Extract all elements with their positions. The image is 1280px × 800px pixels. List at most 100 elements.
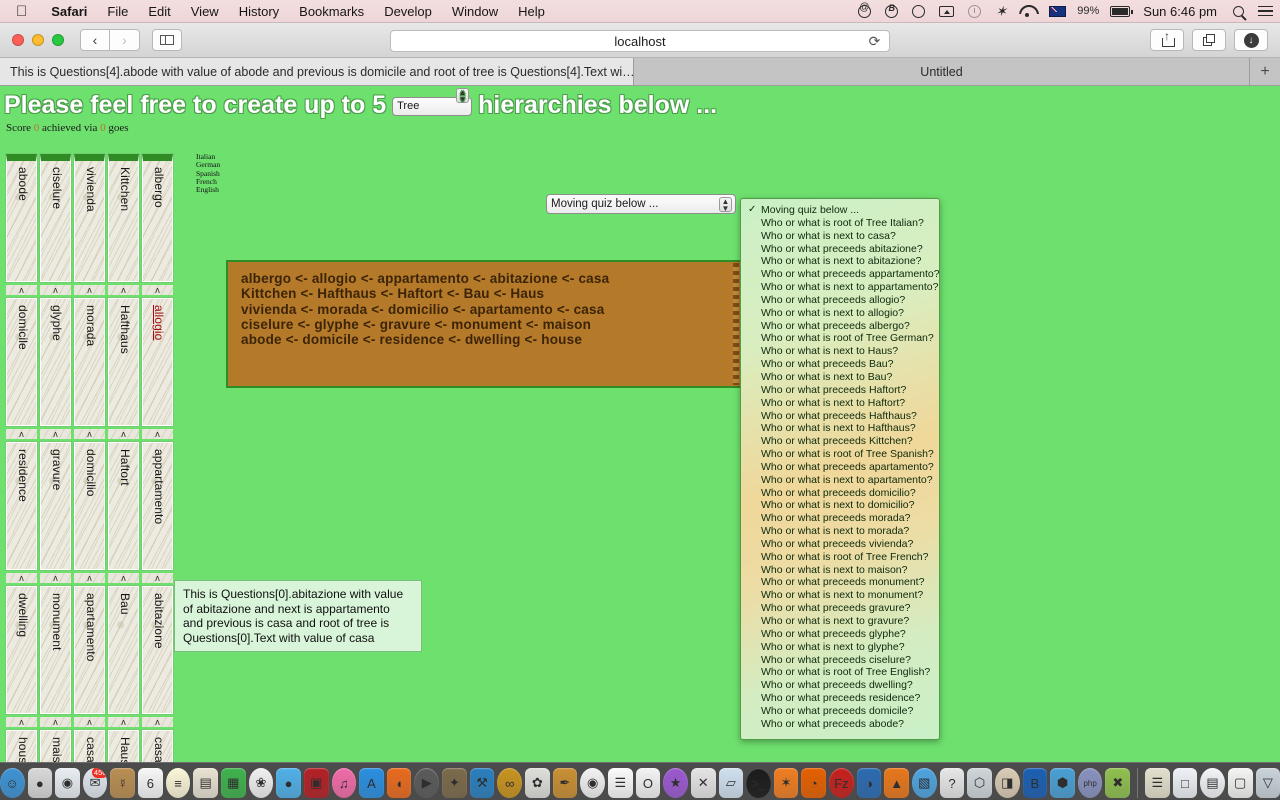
dropdown-menu-item[interactable]: Who or what preceeds abode?	[741, 718, 939, 731]
dropdown-menu-item[interactable]: Who or what is next to Bau?	[741, 371, 939, 384]
dock-item-whitebrowser[interactable]: ✿	[525, 768, 550, 798]
dropdown-menu-item[interactable]: Who or what is next to Haftort?	[741, 397, 939, 410]
quiz-select[interactable]: Moving quiz below ...	[546, 194, 736, 214]
downloads-button[interactable]: ↓	[1234, 29, 1268, 51]
dropdown-menu-item[interactable]: Who or what preceeds albergo?	[741, 320, 939, 333]
word-card[interactable]: casa	[142, 730, 173, 762]
dock-item-appstore[interactable]: A	[359, 768, 384, 798]
dock-item-numbers[interactable]: ▦	[220, 768, 246, 798]
dock-item-ibooks[interactable]: ◖	[386, 768, 412, 798]
dock-item-finder[interactable]: ☺	[0, 768, 25, 798]
menu-item-view[interactable]: View	[181, 4, 229, 19]
dock-item-opera[interactable]: O	[635, 768, 661, 798]
dock-item-downloads-stack[interactable]: □	[1172, 768, 1198, 798]
word-card[interactable]: domicilio	[74, 442, 105, 570]
dropdown-menu-item[interactable]: Who or what is root of Tree German?	[741, 332, 939, 345]
dropdown-menu-item[interactable]: Who or what preceeds domicile?	[741, 705, 939, 718]
dock-item-calendar[interactable]: 6	[138, 768, 163, 798]
dock-item-messages[interactable]: ●	[276, 768, 301, 798]
dropdown-menu-item[interactable]: Who or what preceeds allogio?	[741, 294, 939, 307]
forward-button[interactable]: ›	[110, 29, 140, 51]
dropdown-menu-item[interactable]: Who or what preceeds Hafthaus?	[741, 410, 939, 423]
minimize-window-button[interactable]	[32, 34, 44, 46]
word-card[interactable]: glyphe	[40, 298, 71, 426]
dropdown-menu-item[interactable]: Who or what preceeds glyphe?	[741, 628, 939, 641]
dock-item-php[interactable]: php	[1077, 768, 1103, 798]
dock-item-firefox[interactable]: ◔	[801, 768, 827, 798]
dock-item-vlc[interactable]: ▲	[884, 768, 909, 798]
word-card[interactable]: morada	[74, 298, 105, 426]
dock-item-launchpad[interactable]: ●	[27, 768, 53, 798]
word-card[interactable]: abode	[6, 154, 37, 282]
zoom-window-button[interactable]	[52, 34, 64, 46]
dock-item-helpviewer[interactable]: ?	[939, 768, 965, 798]
dropdown-menu-item[interactable]: Who or what is root of Tree French?	[741, 551, 939, 564]
dock-item-contacts[interactable]: ☿	[110, 768, 136, 798]
word-card[interactable]: Haus	[108, 730, 139, 762]
dock-item-xquartz[interactable]: ✕	[690, 768, 716, 798]
dropdown-menu-item[interactable]: Who or what preceeds domicilio?	[741, 487, 939, 500]
dock-item-terminal[interactable]: >_	[746, 768, 771, 798]
dropdown-menu-item[interactable]: Who or what is next to appartamento?	[741, 281, 939, 294]
airplay-display-icon[interactable]	[932, 5, 961, 17]
dock-item-quicktime[interactable]: ▶	[414, 768, 440, 798]
word-card[interactable]: casa	[74, 730, 105, 762]
word-card[interactable]: house	[6, 730, 37, 762]
bartender-icon[interactable]	[878, 4, 905, 18]
dropdown-menu-item[interactable]: Who or what is next to maison?	[741, 564, 939, 577]
sidebar-toggle-button[interactable]	[152, 29, 182, 51]
tab-untitled[interactable]: Untitled	[634, 58, 1250, 85]
dropdown-menu-item[interactable]: Who or what is root of Tree English?	[741, 666, 939, 679]
dock-item-photos[interactable]: ❀	[248, 768, 274, 798]
dock-item-package[interactable]: ⬡	[967, 768, 992, 798]
menu-item-file[interactable]: File	[97, 4, 138, 19]
dock-item-gimp[interactable]: ✦	[442, 768, 467, 798]
timemachine-icon[interactable]	[961, 4, 988, 18]
dock-item-blender[interactable]: ⬢	[1050, 768, 1075, 798]
menu-item-edit[interactable]: Edit	[138, 4, 180, 19]
bluetooth-icon[interactable]: ✶	[988, 4, 1012, 18]
share-button[interactable]	[1150, 29, 1184, 51]
word-card[interactable]: albergo	[142, 154, 173, 282]
notification-center-icon[interactable]	[1251, 5, 1280, 17]
dock-item-sequelpro[interactable]: ◨	[994, 768, 1020, 798]
dropdown-menu-item[interactable]: Who or what preceeds Kittchen?	[741, 435, 939, 448]
word-card[interactable]: appartamento	[142, 442, 173, 570]
dropdown-menu-item[interactable]: Who or what is next to Haus?	[741, 345, 939, 358]
tree-select[interactable]: Tree	[392, 96, 473, 116]
dropdown-menu-item[interactable]: Who or what preceeds dwelling?	[741, 679, 939, 692]
word-card[interactable]: ciselure	[40, 154, 71, 282]
word-card[interactable]: domicile	[6, 298, 37, 426]
dropdown-menu-item[interactable]: Who or what is next to Hafthaus?	[741, 422, 939, 435]
menu-item-develop[interactable]: Develop	[374, 4, 442, 19]
dropdown-menu-item[interactable]: Who or what preceeds morada?	[741, 512, 939, 525]
quiz-dropdown-menu[interactable]: ✓ Moving quiz below ... Who or what is roo…	[740, 198, 940, 740]
dropdown-menu-item[interactable]: Who or what preceeds Haftort?	[741, 384, 939, 397]
dropdown-menu-item[interactable]: Who or what is next to glyphe?	[741, 641, 939, 654]
dropdown-menu-item[interactable]: Who or what preceeds residence?	[741, 692, 939, 705]
tree-text-card[interactable]: albergo <- allogio <- appartamento <- ab…	[226, 260, 742, 388]
dropbox-icon[interactable]	[851, 3, 878, 18]
word-card[interactable]: residence	[6, 442, 37, 570]
wifi-icon[interactable]	[1012, 5, 1042, 17]
menu-item-window[interactable]: Window	[442, 4, 508, 19]
reload-button[interactable]: ⟳	[867, 34, 882, 49]
address-bar[interactable]: localhost ⟳	[390, 30, 890, 52]
dock-item-dreamweaver[interactable]: ⚒	[469, 768, 495, 798]
word-card[interactable]: vivienda	[74, 154, 105, 282]
dock-item-clamxav[interactable]: ✶	[773, 768, 799, 798]
dock-item-safari[interactable]: ◉	[55, 768, 80, 798]
dropdown-menu-item[interactable]: Who or what is next to domicilio?	[741, 499, 939, 512]
dropdown-menu-item[interactable]: Who or what is root of Tree Italian?	[741, 217, 939, 230]
dropdown-menu-item[interactable]: Who or what preceeds appartamento?	[741, 268, 939, 281]
apple-menu-icon[interactable]: 	[0, 4, 41, 19]
menu-item-safari[interactable]: Safari	[41, 4, 97, 19]
dock-item-news[interactable]: ▤	[193, 768, 218, 798]
tab-active[interactable]: This is Questions[4].abode with value of…	[0, 58, 634, 85]
dropdown-menu-item[interactable]: Who or what preceeds apartamento?	[741, 461, 939, 474]
dropdown-menu-item[interactable]: Who or what is next to allogio?	[741, 307, 939, 320]
dropdown-menu-item[interactable]: Who or what is next to gravure?	[741, 615, 939, 628]
dock-item-documents-stack[interactable]: ☰	[1144, 768, 1170, 798]
dock-item-itunes[interactable]: ♫	[331, 768, 357, 798]
dropdown-menu-item[interactable]: Who or what preceeds gravure?	[741, 602, 939, 615]
